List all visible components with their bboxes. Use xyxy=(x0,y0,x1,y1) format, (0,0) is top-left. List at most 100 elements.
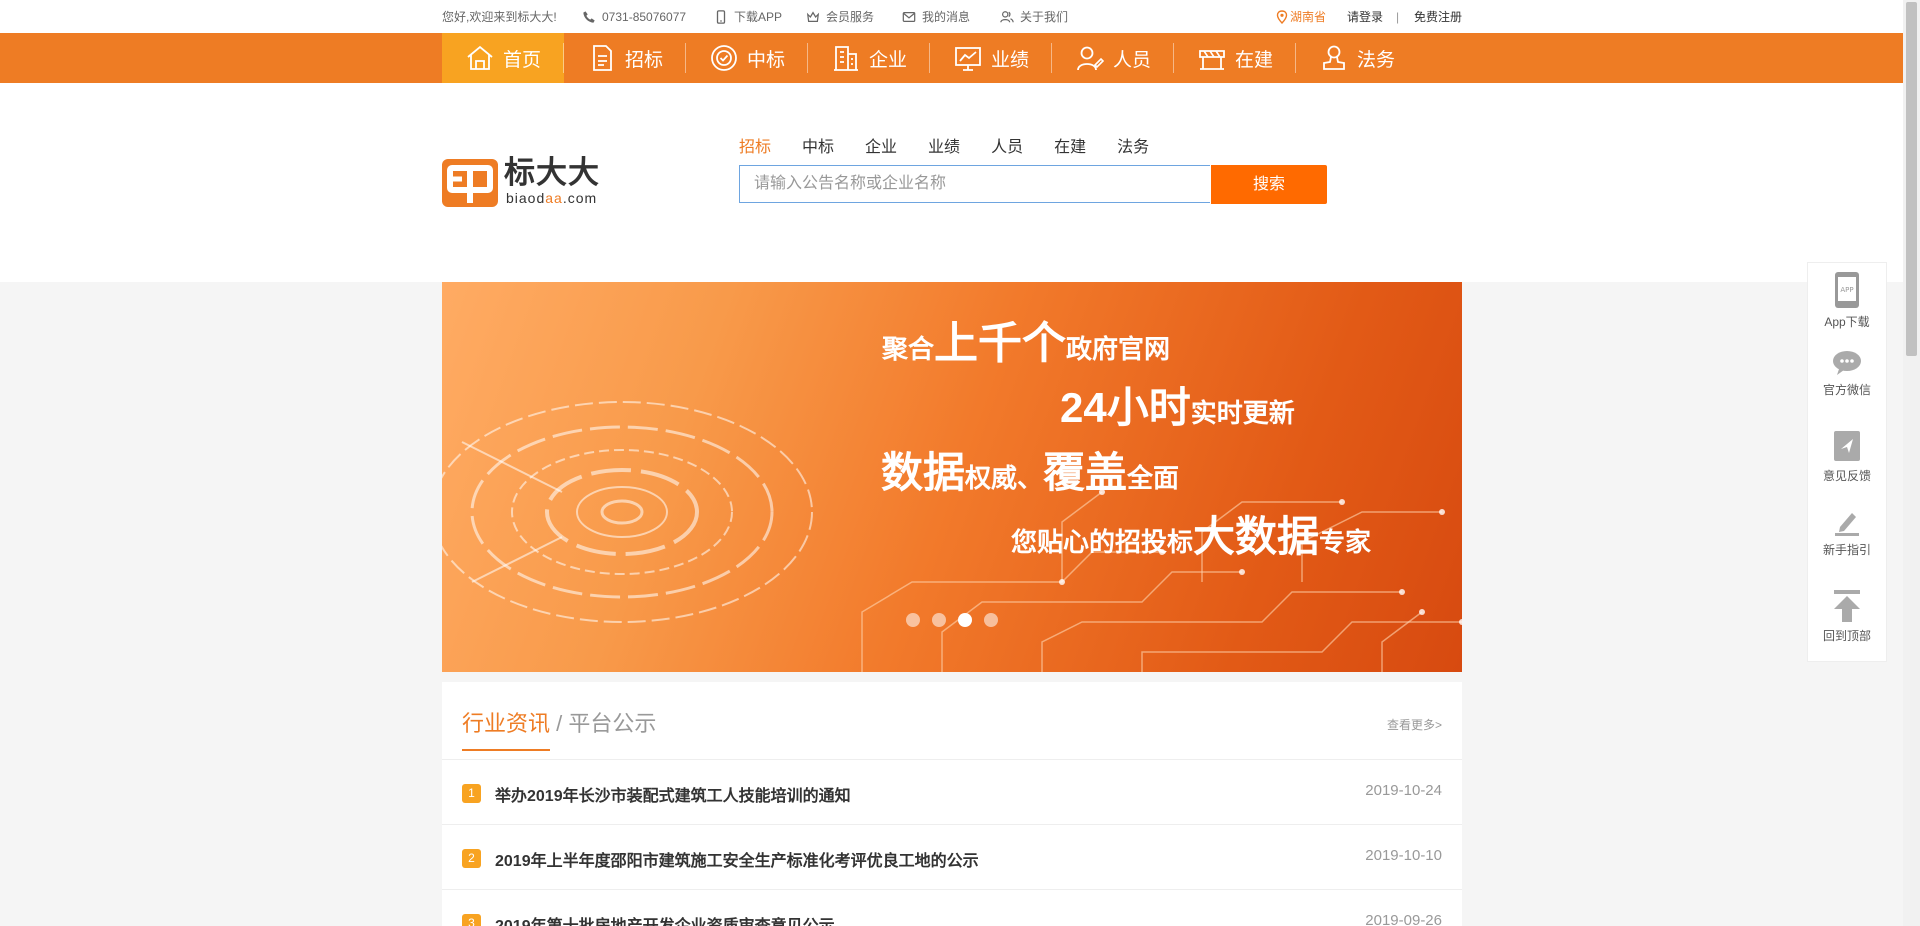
carousel-dot[interactable] xyxy=(984,613,998,627)
sidebar-feedback[interactable]: 意见反馈 xyxy=(1808,429,1886,484)
about-us-label: 关于我们 xyxy=(1020,9,1069,24)
guide-icon xyxy=(1835,513,1859,536)
banner-line-3: 数据权威、覆盖全面 xyxy=(881,452,1179,494)
nav-item-bidding[interactable]: 招标 xyxy=(564,33,686,83)
news-row[interactable]: 1 举办2019年长沙市装配式建筑工人技能培训的通知 2019-10-24 xyxy=(442,760,1462,825)
search-input[interactable]: 请输入公告名称或企业名称 xyxy=(739,165,1210,203)
logo-mark-icon xyxy=(442,159,498,207)
document-icon xyxy=(593,45,612,71)
phone-icon: APP xyxy=(1835,272,1859,308)
sidebar-back-to-top[interactable]: 回到顶部 xyxy=(1808,589,1886,644)
nav-item-home[interactable]: 首页 xyxy=(442,33,564,83)
search-button[interactable]: 搜索 xyxy=(1211,165,1327,204)
news-rank-badge: 1 xyxy=(462,784,481,803)
news-panel: 行业资讯 / 平台公示 查看更多> 1 举办2019年长沙市装配式建筑工人技能培… xyxy=(442,682,1462,926)
legal-icon xyxy=(1323,45,1345,70)
header: 标大大 biaodaa.com 招标 中标 企业 业绩 人员 在建 法务 请输入… xyxy=(0,83,1903,282)
news-title[interactable]: 举办2019年长沙市装配式建筑工人技能培训的通知 xyxy=(495,782,851,806)
nav-label-company: 企业 xyxy=(868,49,907,71)
scrollbar-thumb[interactable] xyxy=(1906,2,1917,356)
register-link[interactable]: 免费注册 xyxy=(1414,0,1462,33)
nav-item-construction[interactable]: 在建 xyxy=(1174,33,1296,83)
logo-domain: biaodaa.com xyxy=(506,190,597,206)
download-app-link[interactable]: 下载APP xyxy=(714,0,782,33)
logo-domain-c: .com xyxy=(562,190,598,206)
banner-line-2: 24小时实时更新 xyxy=(1060,387,1295,429)
search-tab-performance[interactable]: 业绩 xyxy=(928,133,960,157)
carousel-dot-active[interactable] xyxy=(958,613,972,627)
carousel-dot[interactable] xyxy=(906,613,920,627)
nav-item-legal[interactable]: 法务 xyxy=(1296,33,1418,83)
banner-line-3-a: 数据 xyxy=(881,449,966,496)
nav-item-award[interactable]: 中标 xyxy=(686,33,808,83)
site-logo[interactable]: 标大大 biaodaa.com xyxy=(442,156,602,212)
nav-label-performance: 业绩 xyxy=(990,49,1029,71)
tab-platform-notice[interactable]: 平台公示 xyxy=(568,711,656,736)
page-scrollbar[interactable] xyxy=(1903,0,1920,926)
banner-line-4: 您贴心的招投标大数据专家 xyxy=(1011,516,1371,558)
top-icon xyxy=(1834,590,1860,622)
search-tab-company[interactable]: 企业 xyxy=(865,133,897,157)
tab-industry-news[interactable]: 行业资讯 xyxy=(462,711,550,736)
carousel-dot[interactable] xyxy=(932,613,946,627)
floating-sidebar: APP App下载 官方微信 意见反馈 新手指引 回到顶部 xyxy=(1807,262,1887,662)
news-row[interactable]: 3 2019年第十批房地产开发企业资质审查意见公示 2019-09-26 xyxy=(442,890,1462,926)
crown-icon xyxy=(806,10,820,22)
sidebar-app-download[interactable]: APP App下载 xyxy=(1808,271,1886,330)
sidebar-label-guide: 新手指引 xyxy=(1822,543,1871,557)
about-us-link[interactable]: 关于我们 xyxy=(1000,0,1068,33)
news-row[interactable]: 2 2019年上半年度邵阳市建筑施工安全生产标准化考评优良工地的公示 2019-… xyxy=(442,825,1462,890)
location-label: 湖南省 xyxy=(1290,9,1327,24)
nav-item-performance[interactable]: 业绩 xyxy=(930,33,1052,83)
main-nav-items: 首页 招标 中标 企业 业绩 人员 在建 法务 xyxy=(442,33,1418,83)
news-title[interactable]: 2019年上半年度邵阳市建筑施工安全生产标准化考评优良工地的公示 xyxy=(495,847,979,871)
nav-label-bidding: 招标 xyxy=(624,49,663,71)
sidebar-label-feedback: 意见反馈 xyxy=(1822,469,1871,483)
feedback-icon xyxy=(1834,431,1860,461)
search-tab-construction[interactable]: 在建 xyxy=(1054,133,1086,157)
news-rank-badge: 2 xyxy=(462,849,481,868)
location-selector[interactable]: 湖南省 xyxy=(1276,0,1326,33)
location-pin-icon xyxy=(1276,9,1288,24)
member-service-link[interactable]: 会员服务 xyxy=(806,0,874,33)
news-header: 行业资讯 / 平台公示 查看更多> xyxy=(442,682,1462,760)
search-tab-personnel[interactable]: 人员 xyxy=(991,133,1023,157)
banner-line-2-a: 24小时 xyxy=(1060,384,1191,431)
hero-banner[interactable]: 聚合上千个政府官网 24小时实时更新 数据权威、覆盖全面 您贴心的招投标大数据专… xyxy=(442,282,1462,672)
news-tabs: 行业资讯 / 平台公示 xyxy=(462,706,656,738)
download-app-label: 下载APP xyxy=(734,9,783,24)
topbar-divider: | xyxy=(1396,10,1400,24)
main-nav: 首页 招标 中标 企业 业绩 人员 在建 法务 xyxy=(0,33,1903,83)
news-rank-badge: 3 xyxy=(462,914,481,926)
person-icon xyxy=(1077,46,1105,71)
banner-line-4-c: 专家 xyxy=(1319,527,1372,557)
mobile-icon xyxy=(716,9,726,24)
phone-icon xyxy=(583,10,595,23)
search-tab-bidding[interactable]: 招标 xyxy=(739,133,771,157)
view-more-link[interactable]: 查看更多> xyxy=(1387,716,1442,733)
top-bar-inner: 您好,欢迎来到标大大! 0731-85076077 下载APP 会员服务 我的消… xyxy=(442,0,1462,33)
search-tab-legal[interactable]: 法务 xyxy=(1117,133,1149,157)
search-tabs: 招标 中标 企业 业绩 人员 在建 法务 xyxy=(739,133,1180,157)
nav-item-company[interactable]: 企业 xyxy=(808,33,930,83)
app-badge-text: APP xyxy=(1840,286,1853,294)
messages-link[interactable]: 我的消息 xyxy=(902,0,970,33)
wechat-icon xyxy=(1833,351,1861,375)
banner-line-4-b: 大数据 xyxy=(1193,513,1320,560)
news-date: 2019-10-10 xyxy=(1365,847,1442,864)
banner-line-1-a: 聚合 xyxy=(882,334,935,364)
search-tab-award[interactable]: 中标 xyxy=(802,133,834,157)
sidebar-guide[interactable]: 新手指引 xyxy=(1808,509,1886,558)
search-placeholder: 请输入公告名称或企业名称 xyxy=(754,175,947,192)
login-link[interactable]: 请登录 xyxy=(1347,0,1383,33)
sidebar-label-app: App下载 xyxy=(1824,315,1870,329)
sidebar-wechat[interactable]: 官方微信 xyxy=(1808,349,1886,398)
carousel-dots xyxy=(906,613,998,627)
news-date: 2019-09-26 xyxy=(1365,912,1442,926)
messages-label: 我的消息 xyxy=(922,9,971,24)
news-title[interactable]: 2019年第十批房地产开发企业资质审查意见公示 xyxy=(495,912,835,926)
phone-number: 0731-85076077 xyxy=(602,9,687,24)
home-icon xyxy=(467,45,493,70)
banner-line-1: 聚合上千个政府官网 xyxy=(882,322,1170,366)
nav-item-personnel[interactable]: 人员 xyxy=(1052,33,1174,83)
